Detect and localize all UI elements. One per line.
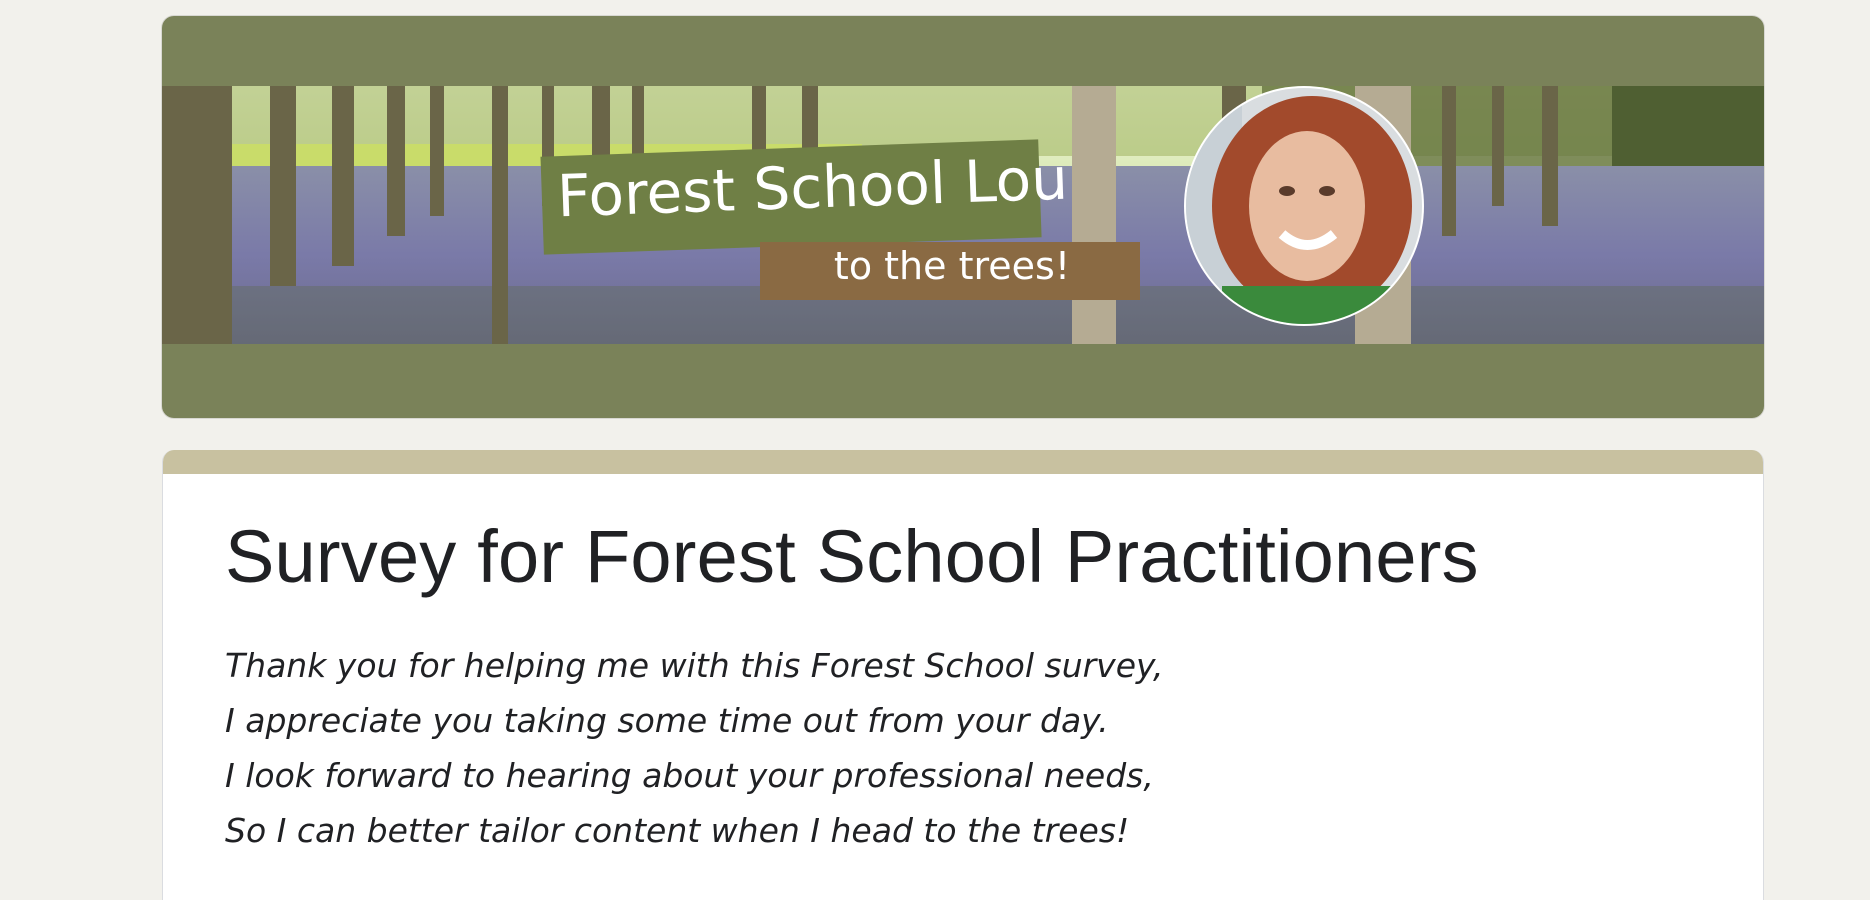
description-line: Thank you for helping me with this Fores… — [225, 646, 1164, 685]
description-line: I appreciate you taking some time out fr… — [225, 701, 1109, 740]
form-title-card: Survey for Forest School Practitioners T… — [162, 450, 1764, 900]
form-page: Forest School Lou to the trees! Survey f… — [0, 0, 1870, 900]
form-title: Survey for Forest School Practitioners — [225, 515, 1479, 598]
header-card: Forest School Lou to the trees! — [162, 16, 1764, 418]
logo-tagline: to the trees! — [833, 244, 1071, 288]
form-description: Thank you for helping me with this Fores… — [225, 638, 1163, 858]
description-line: So I can better tailor content when I he… — [225, 811, 1130, 850]
card-accent-bar — [163, 450, 1763, 474]
header-banner-image: Forest School Lou to the trees! — [162, 86, 1764, 344]
description-line: I look forward to hearing about your pro… — [225, 756, 1154, 795]
